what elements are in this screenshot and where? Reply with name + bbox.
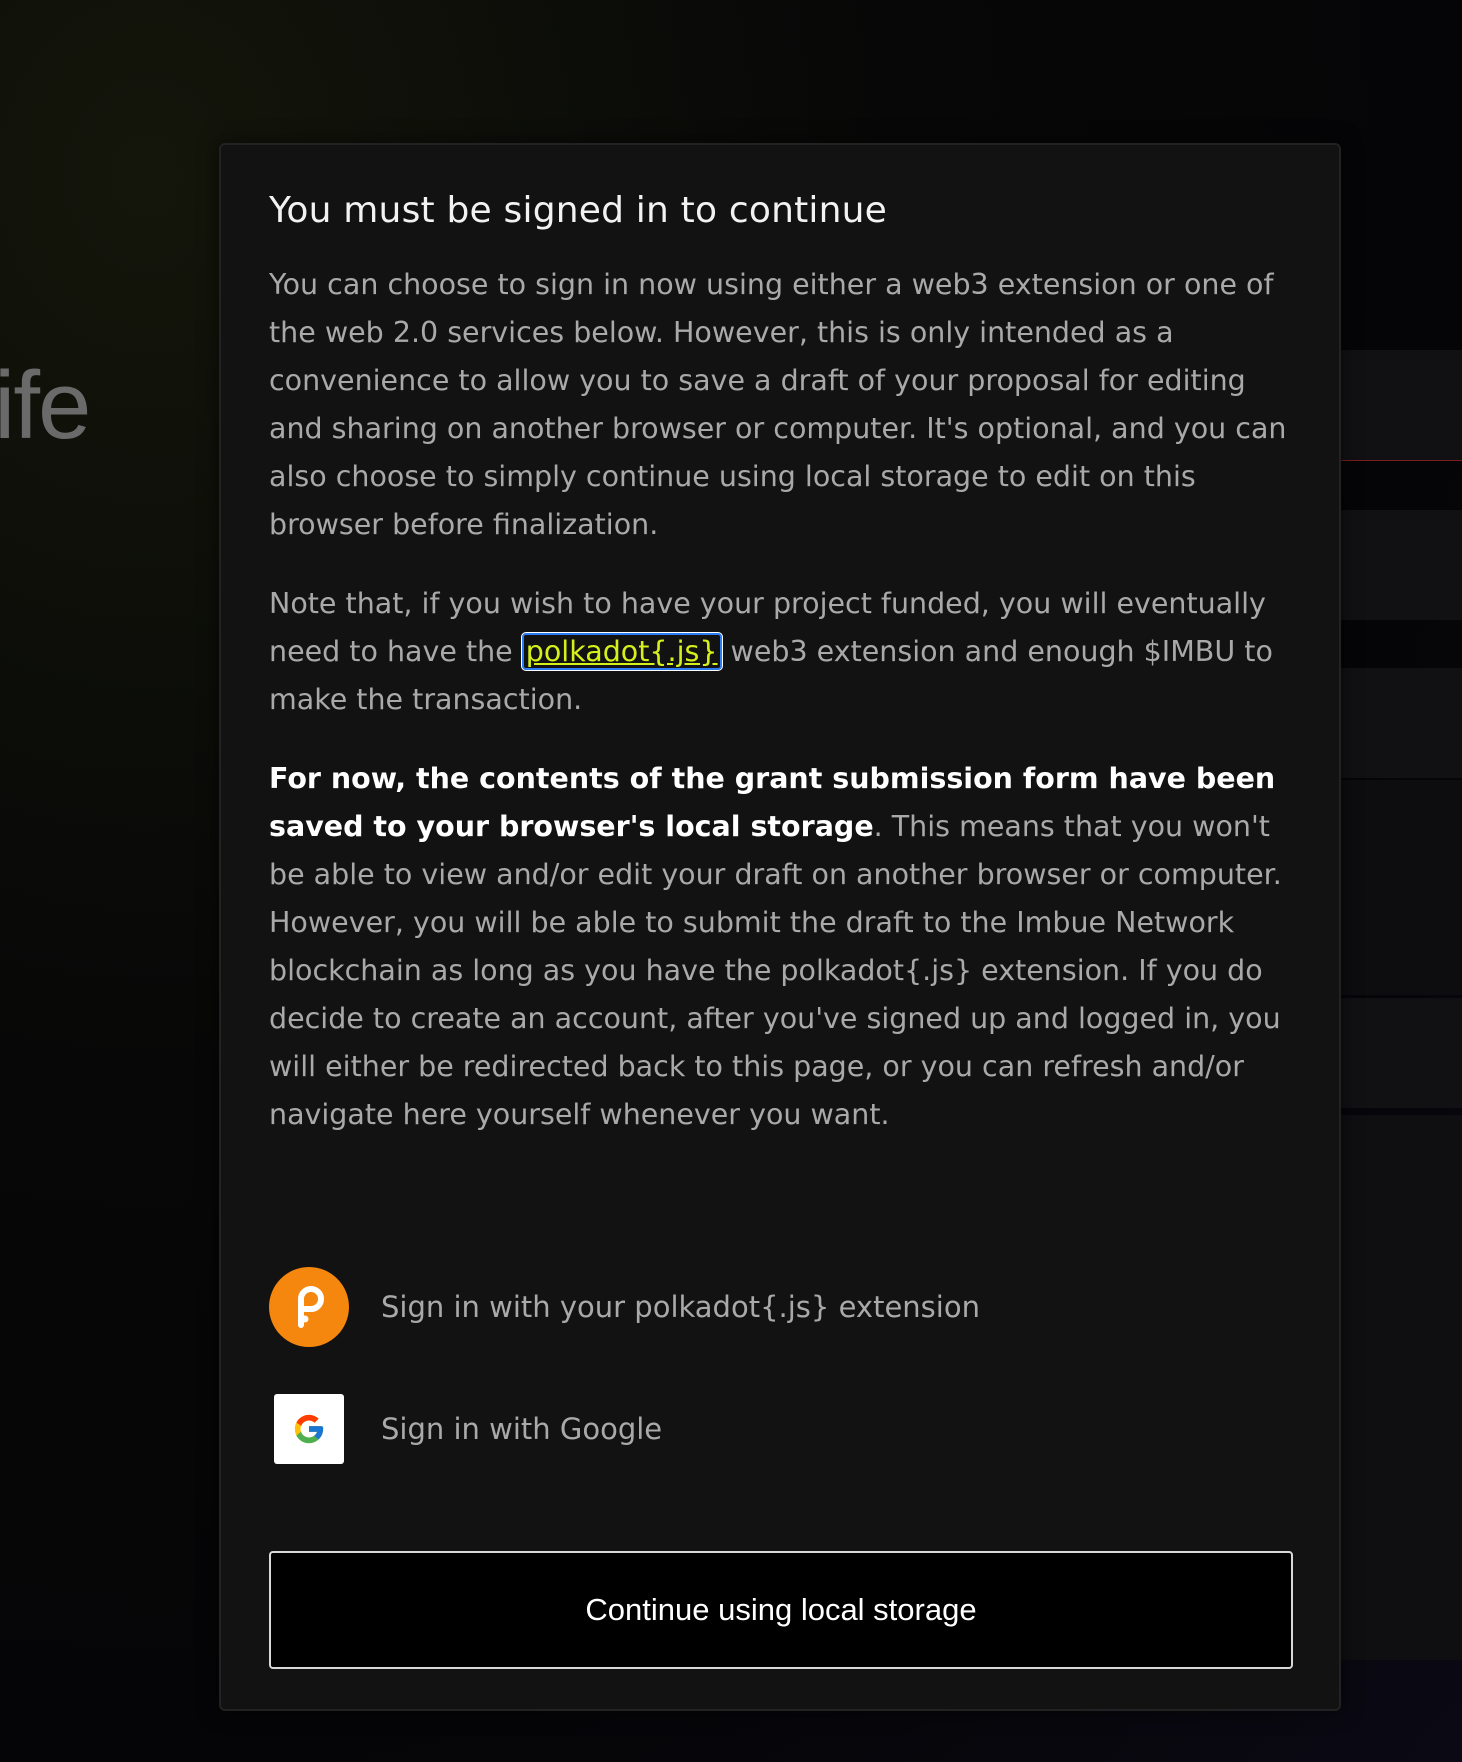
background-heading-fragment: ife bbox=[0, 352, 91, 459]
polkadot-icon bbox=[269, 1267, 349, 1347]
polkadot-js-link[interactable]: polkadot{.js} bbox=[520, 632, 723, 671]
background-card bbox=[1336, 1115, 1462, 1660]
background-divider bbox=[1336, 460, 1462, 461]
signin-polkadot-label: Sign in with your polkadot{.js} extensio… bbox=[381, 1290, 980, 1324]
signin-google-label: Sign in with Google bbox=[381, 1412, 663, 1446]
background-card bbox=[1336, 780, 1462, 995]
modal-title: You must be signed in to continue bbox=[269, 190, 887, 231]
intro-paragraph: You can choose to sign in now using eith… bbox=[269, 268, 1287, 541]
local-storage-text: . This means that you won't be able to v… bbox=[269, 810, 1282, 1131]
continue-local-storage-button[interactable]: Continue using local storage bbox=[269, 1551, 1293, 1669]
background-card bbox=[1336, 668, 1462, 778]
signin-google-button[interactable]: Sign in with Google bbox=[269, 1394, 662, 1464]
google-icon bbox=[274, 1394, 344, 1464]
sign-in-modal: You must be signed in to continue You ca… bbox=[219, 143, 1341, 1711]
local-storage-paragraph: For now, the contents of the grant submi… bbox=[269, 755, 1293, 1139]
signin-polkadot-button[interactable]: Sign in with your polkadot{.js} extensio… bbox=[269, 1267, 980, 1347]
background-card bbox=[1336, 510, 1462, 620]
background-card bbox=[1336, 998, 1462, 1108]
funding-note-paragraph: Note that, if you wish to have your proj… bbox=[269, 580, 1293, 724]
background-card bbox=[1336, 350, 1462, 460]
modal-content: You must be signed in to continue You ca… bbox=[269, 187, 1293, 1170]
